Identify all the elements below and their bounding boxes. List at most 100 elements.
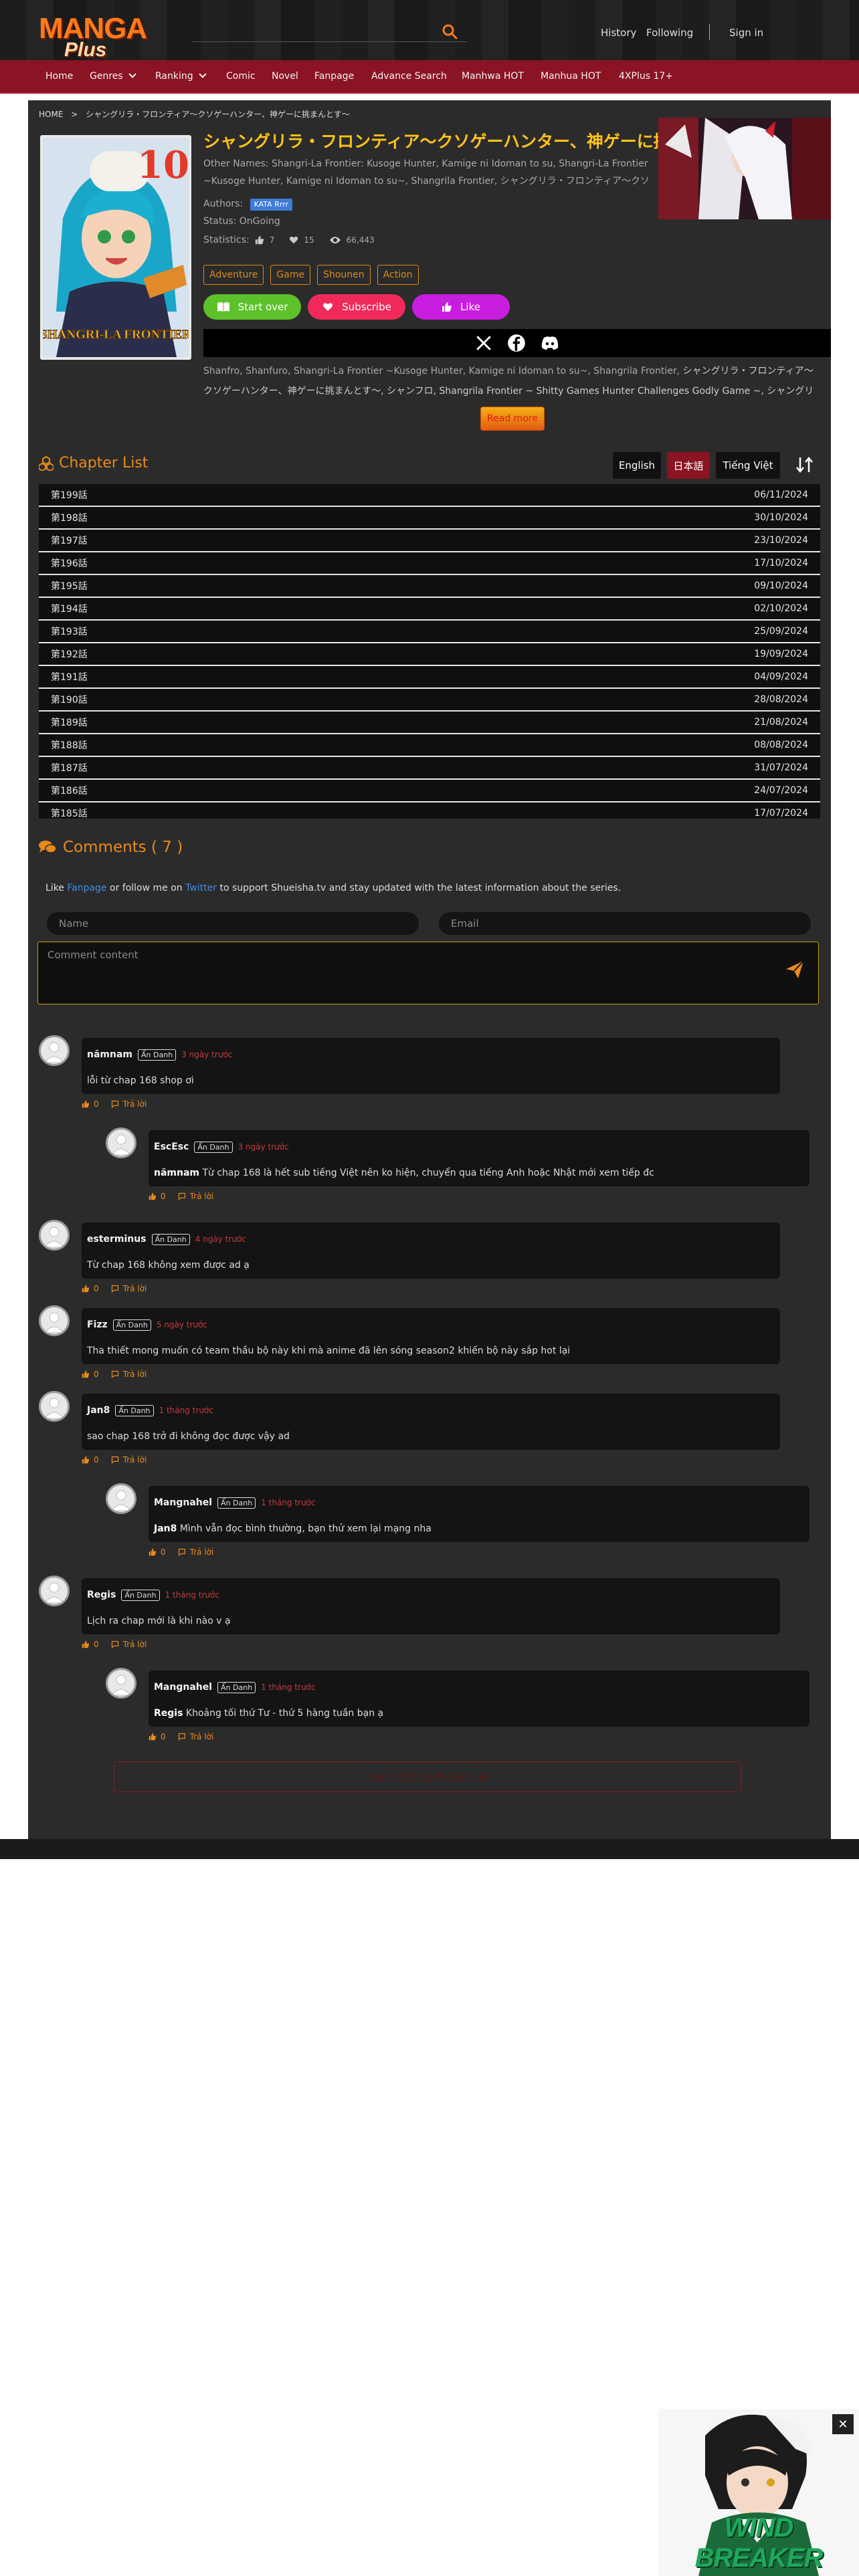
floating-ad[interactable]: ✕ WIND BREAKER (658, 2409, 859, 2576)
comment-username[interactable]: Jan8 (87, 1405, 110, 1416)
comment-reply-button[interactable]: Trả lời (111, 1640, 147, 1649)
search-icon[interactable] (442, 23, 458, 39)
nav-home[interactable]: Home (45, 71, 73, 82)
avatar[interactable] (39, 1576, 70, 1606)
site-logo[interactable]: MANGA Plus (39, 12, 147, 60)
comment-reply-button[interactable]: Trả lời (111, 1099, 147, 1109)
fanpage-link[interactable]: Fanpage (67, 883, 106, 893)
chapter-row[interactable]: 第185話 17/07/2024 (39, 802, 820, 819)
chapter-row[interactable]: 第193話 25/09/2024 (39, 621, 820, 643)
chapter-row[interactable]: 第191話 04/09/2024 (39, 666, 820, 689)
promo-banner[interactable] (658, 118, 831, 219)
sort-icon[interactable] (795, 455, 815, 475)
subscribe-button[interactable]: Subscribe (308, 294, 405, 320)
chapter-row[interactable]: 第195話 09/10/2024 (39, 575, 820, 598)
comment-username[interactable]: EscEsc (154, 1142, 189, 1152)
chapter-row[interactable]: 第190話 28/08/2024 (39, 689, 820, 712)
comment-like-button[interactable]: 0 (82, 1370, 99, 1379)
nav-manhua-hot[interactable]: Manhua HOT (541, 71, 601, 82)
author-badge[interactable]: KATA Rrrr (250, 199, 293, 211)
history-link[interactable]: History (601, 27, 636, 39)
email-input[interactable] (439, 912, 811, 935)
lang-english[interactable]: English (613, 452, 661, 479)
comment-reply-button[interactable]: Trả lời (111, 1455, 147, 1465)
avatar[interactable] (106, 1483, 136, 1514)
nav-ranking[interactable]: Ranking (155, 70, 207, 82)
chapter-row[interactable]: 第196話 17/10/2024 (39, 552, 820, 575)
send-icon[interactable] (785, 960, 805, 980)
nav-4xplus[interactable]: 4XPlus 17+ (619, 71, 673, 82)
chapter-row[interactable]: 第189話 21/08/2024 (39, 712, 820, 734)
start-over-button[interactable]: Start over (203, 294, 301, 320)
tag-adventure[interactable]: Adventure (203, 265, 264, 285)
twitter-link[interactable]: Twitter (185, 883, 217, 893)
avatar[interactable] (39, 1035, 70, 1066)
following-link[interactable]: Following (646, 27, 693, 39)
facebook-icon[interactable] (507, 334, 526, 352)
avatar[interactable] (39, 1391, 70, 1422)
nav-genres[interactable]: Genres (90, 70, 136, 82)
hearts-count: 15 (304, 235, 314, 245)
nav-novel[interactable]: Novel (272, 71, 298, 82)
site-header: MANGA Plus History Following Sign in (0, 0, 859, 60)
sign-in-link[interactable]: Sign in (729, 27, 763, 39)
comment-like-button[interactable]: 0 (149, 1192, 166, 1201)
comment-reply-button[interactable]: Trả lời (111, 1370, 147, 1379)
chapter-row[interactable]: 第197話 23/10/2024 (39, 530, 820, 552)
comment-reply-button[interactable]: Trả lời (178, 1732, 213, 1741)
avatar[interactable] (39, 1220, 70, 1251)
comment-mention[interactable]: nămnam (154, 1168, 199, 1178)
tag-game[interactable]: Game (270, 265, 311, 285)
comment-username[interactable]: Mangnahel (154, 1497, 212, 1508)
avatar[interactable] (39, 1305, 70, 1336)
comment-username[interactable]: Fizz (87, 1319, 108, 1330)
nav-comic[interactable]: Comic (226, 71, 256, 82)
comment-mention[interactable]: Jan8 (154, 1523, 177, 1534)
comment-text: nămnam Từ chap 168 là hết sub tiếng Việt… (154, 1168, 804, 1178)
like-button[interactable]: Like (412, 294, 510, 320)
comment-mention[interactable]: Regis (154, 1708, 183, 1719)
chapter-row[interactable]: 第187話 31/07/2024 (39, 757, 820, 780)
lang-japanese[interactable]: 日本語 (667, 452, 710, 479)
comment-reply-button[interactable]: Trả lời (111, 1284, 147, 1293)
tag-action[interactable]: Action (377, 265, 419, 285)
comment-username[interactable]: Regis (87, 1590, 116, 1600)
search-bar (193, 22, 467, 42)
chapter-row[interactable]: 第186話 24/07/2024 (39, 780, 820, 802)
chapter-row[interactable]: 第198話 30/10/2024 (39, 507, 820, 530)
comment-like-button[interactable]: 0 (82, 1640, 99, 1649)
close-icon[interactable]: ✕ (832, 2414, 854, 2434)
comment-like-button[interactable]: 0 (149, 1732, 166, 1741)
chapter-name: 第194話 (51, 604, 88, 615)
read-more-button[interactable]: Read more (480, 407, 545, 431)
comment-reply-button[interactable]: Trả lời (178, 1192, 214, 1201)
comment-username[interactable]: esterminus (87, 1234, 147, 1245)
comment-like-button[interactable]: 0 (82, 1455, 99, 1465)
chapter-row[interactable]: 第199話 06/11/2024 (39, 484, 820, 507)
comment-like-button[interactable]: 0 (82, 1099, 99, 1109)
comment-username[interactable]: Mangnahel (154, 1682, 212, 1693)
tag-shounen[interactable]: Shounen (317, 265, 371, 285)
avatar[interactable] (106, 1668, 136, 1699)
comment-textarea[interactable] (38, 942, 774, 996)
comment-icon (111, 1640, 118, 1648)
comment-reply-button[interactable]: Trả lời (178, 1547, 213, 1557)
discord-icon[interactable] (541, 336, 559, 350)
nav-manhwa-hot[interactable]: Manhwa HOT (462, 71, 524, 82)
chapter-row[interactable]: 第192話 19/09/2024 (39, 643, 820, 666)
nav-advance-search[interactable]: Advance Search (371, 71, 447, 82)
chapter-row[interactable]: 第188話 08/08/2024 (39, 734, 820, 757)
name-input[interactable] (47, 912, 419, 935)
avatar[interactable] (106, 1128, 136, 1158)
search-input[interactable] (193, 22, 440, 41)
nav-fanpage[interactable]: Fanpage (314, 71, 354, 82)
x-twitter-icon[interactable] (475, 334, 492, 352)
chapter-row[interactable]: 第194話 02/10/2024 (39, 598, 820, 621)
comment-like-button[interactable]: 0 (82, 1284, 99, 1293)
comment-like-button[interactable]: 0 (149, 1547, 166, 1557)
breadcrumb-home[interactable]: HOME (39, 110, 63, 119)
lang-vietnamese[interactable]: Tiếng Việt (716, 452, 780, 479)
view-more-comments-button[interactable]: Xem thêm bình luận (114, 1761, 741, 1792)
reply-label: Trả lời (189, 1192, 214, 1201)
comment-username[interactable]: nămnam (87, 1049, 132, 1060)
